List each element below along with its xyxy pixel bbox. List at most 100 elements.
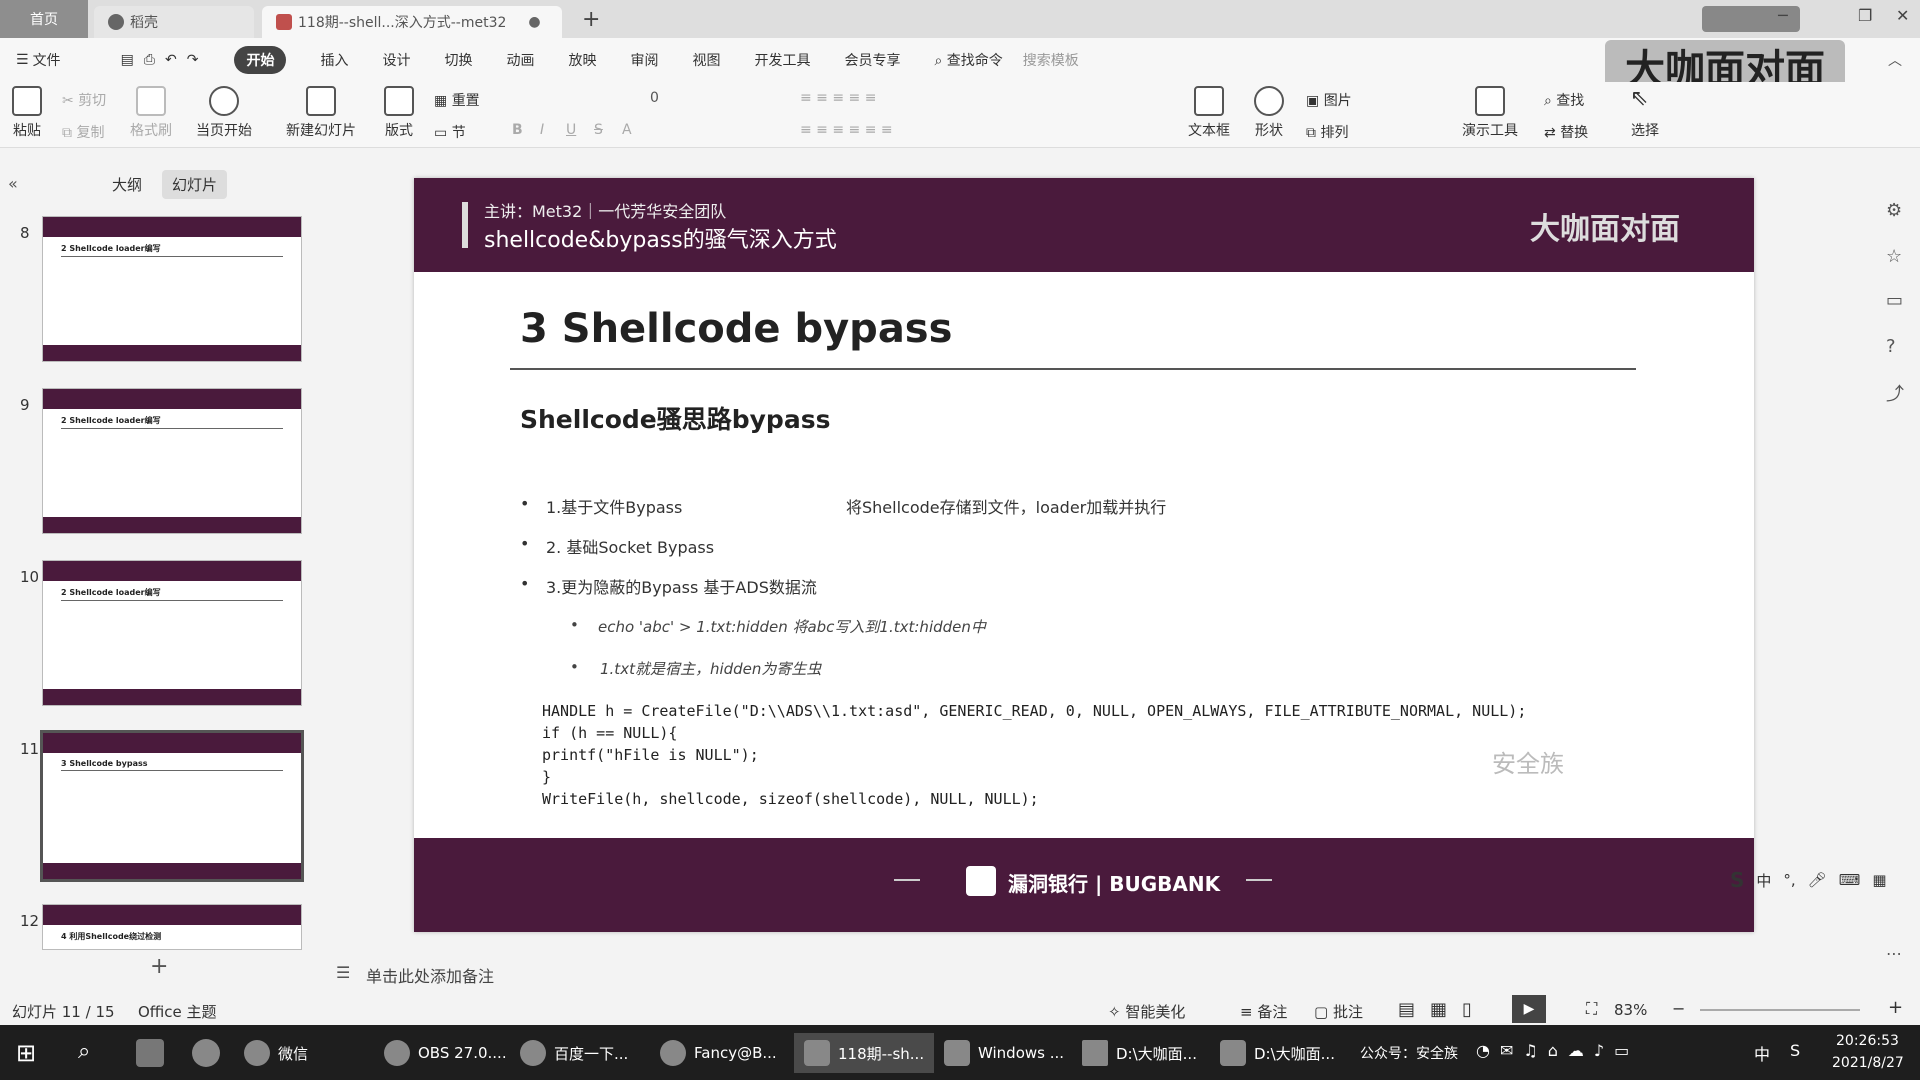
tab-home[interactable]: 首页 <box>0 0 88 38</box>
taskbar-item-wps[interactable]: 118期--sh... <box>794 1033 935 1073</box>
reset-button[interactable]: ▦ 重置 <box>434 90 480 110</box>
taskbar-item-windows[interactable]: Windows ... <box>944 1033 1064 1073</box>
slide-thumbnail[interactable]: 2 Shellcode loader编写 <box>42 216 302 362</box>
search-template[interactable]: 搜索模板 <box>1023 50 1079 70</box>
smart-beautify-button[interactable]: ✧ 智能美化 <box>1108 1001 1185 1022</box>
taskbar-search-icon[interactable]: ⌕ <box>78 1039 90 1064</box>
select-button[interactable]: ⇖ 选择 <box>1630 86 1660 140</box>
format-painter-button[interactable]: 格式刷 <box>130 86 172 140</box>
shape-button[interactable]: 形状 <box>1254 86 1284 140</box>
play-slideshow-button[interactable]: ▶ <box>1512 995 1546 1023</box>
restore-icon[interactable]: ❐ <box>1858 6 1872 25</box>
clock-time[interactable]: 20:26:53 <box>1836 1033 1899 1049</box>
tab-slides[interactable]: 幻灯片 <box>162 170 228 199</box>
slide-canvas[interactable]: 主讲：Met32｜一代芳华安全团队 shellcode&bypass的骚气深入方… <box>414 178 1754 932</box>
animation-pane-icon[interactable]: ▭ <box>1886 290 1903 311</box>
menu-slideshow[interactable]: 放映 <box>568 50 596 70</box>
picture-button[interactable]: ▣ 图片 <box>1306 90 1352 110</box>
taskbar-app-icon[interactable] <box>136 1039 164 1067</box>
menu-transition[interactable]: 切换 <box>444 50 472 70</box>
collapse-pane-icon[interactable]: « <box>8 174 18 193</box>
menu-insert[interactable]: 插入 <box>320 50 348 70</box>
zoom-in-icon[interactable]: + <box>1888 997 1903 1018</box>
menu-view[interactable]: 视图 <box>692 50 720 70</box>
collapse-ribbon-icon[interactable]: ︿ <box>1888 50 1902 70</box>
underline-icon[interactable]: U <box>566 122 576 138</box>
undo-icon[interactable]: ↶ <box>165 52 177 68</box>
zoom-level[interactable]: 83% <box>1614 1001 1647 1019</box>
normal-view-icon[interactable]: ▤ <box>1398 999 1415 1020</box>
font-size-select[interactable]: 0 <box>650 90 659 106</box>
reading-view-icon[interactable]: ▯ <box>1462 999 1472 1020</box>
zoom-slider[interactable] <box>1700 1009 1860 1011</box>
minimize-icon[interactable]: ─ <box>1778 6 1788 25</box>
notes-toggle-button[interactable]: ≡ 备注 <box>1240 1001 1287 1022</box>
tray-sogou-icon[interactable]: S <box>1790 1041 1800 1060</box>
alignment-tools[interactable]: ≡ ≡ ≡ ≡ ≡ ≡ <box>800 122 893 138</box>
layout-button[interactable]: 版式 <box>384 86 414 140</box>
presentation-tools-button[interactable]: 演示工具 <box>1462 86 1518 140</box>
cut-button[interactable]: ✂ 剪切 <box>62 90 106 110</box>
paste-button[interactable]: 粘贴 <box>12 86 42 140</box>
font-color-icon[interactable]: A <box>622 122 632 138</box>
bugbank-logo-icon <box>966 866 996 896</box>
more-icon[interactable]: ⋯ <box>1886 944 1902 963</box>
tab-docer[interactable]: 稻壳 <box>94 6 254 38</box>
play-from-current-button[interactable]: 当页开始 <box>196 86 252 140</box>
menu-file[interactable]: 文件 <box>33 50 61 70</box>
fit-window-icon[interactable]: ⛶ <box>1586 999 1597 1019</box>
sorter-view-icon[interactable]: ▦ <box>1430 999 1447 1020</box>
add-slide-icon[interactable]: + <box>150 954 168 979</box>
taskbar-item-fancy[interactable]: Fancy@B... <box>660 1033 777 1073</box>
find-button[interactable]: ⌕ 查找 <box>1544 90 1584 110</box>
menu-design[interactable]: 设计 <box>382 50 410 70</box>
section-button[interactable]: ▭ 节 <box>434 122 466 142</box>
tab-document[interactable]: 118期--shell...深入方式--met32 ● <box>262 6 562 38</box>
bold-icon[interactable]: B <box>512 122 523 138</box>
comment-button[interactable]: ▢ 批注 <box>1314 1001 1363 1022</box>
search-command[interactable]: ⌕ 查找命令 <box>934 50 1002 70</box>
slide-thumbnail[interactable]: 4 利用Shellcode绕过检测 <box>42 904 302 950</box>
replace-button[interactable]: ⇄ 替换 <box>1544 122 1588 142</box>
star-icon[interactable]: ☆ <box>1886 246 1902 267</box>
paragraph-tools[interactable]: ≡ ≡ ≡ ≡ ≡ <box>800 90 876 106</box>
menu-home[interactable]: 开始 <box>234 46 287 74</box>
taskbar-item-baidu[interactable]: 百度一下... <box>520 1033 628 1073</box>
taskbar-browser-icon[interactable] <box>192 1039 220 1067</box>
notes-area[interactable]: ☰ 单击此处添加备注 <box>330 955 1860 991</box>
menu-animation[interactable]: 动画 <box>506 50 534 70</box>
tray-ime-label[interactable]: 中 <box>1754 1041 1770 1065</box>
windows-start-icon[interactable]: ⊞ <box>16 1039 36 1067</box>
new-tab-icon[interactable]: + <box>582 7 600 32</box>
slide-thumbnail[interactable]: 2 Shellcode loader编写 <box>42 388 302 534</box>
new-slide-button[interactable]: 新建幻灯片 <box>286 86 356 140</box>
properties-icon[interactable]: ⚙ <box>1886 200 1902 221</box>
menu-review[interactable]: 审阅 <box>630 50 658 70</box>
menu-developer[interactable]: 开发工具 <box>754 50 810 70</box>
taskbar-item-folder-1[interactable]: D:\大咖面... <box>1082 1033 1197 1073</box>
ime-toolbar[interactable]: S 中 °, 🎤︎ ⌨ ▦ <box>1730 862 1920 898</box>
slide-thumbnail[interactable]: 2 Shellcode loader编写 <box>42 560 302 706</box>
taskbar-item-folder-2[interactable]: D:\大咖面... <box>1220 1033 1335 1073</box>
taskbar-item-obs[interactable]: OBS 27.0.... <box>384 1033 507 1073</box>
quick-save-icon[interactable]: ▤ <box>121 52 134 68</box>
taskbar-item-wechat[interactable]: 微信 <box>244 1033 308 1073</box>
redo-icon[interactable]: ↷ <box>187 52 199 68</box>
share-icon[interactable]: ⤴ <box>1886 380 1904 406</box>
tab-outline[interactable]: 大纲 <box>112 174 142 195</box>
hamburger-menu-icon[interactable]: ☰ <box>16 52 29 68</box>
quick-print-icon[interactable]: ⎙ <box>144 52 155 68</box>
italic-icon[interactable]: I <box>540 122 544 138</box>
textbox-button[interactable]: 文本框 <box>1188 86 1230 140</box>
close-icon[interactable]: ✕ <box>1896 6 1909 25</box>
slide-thumbnail-selected[interactable]: 3 Shellcode bypass <box>40 730 304 882</box>
strikethrough-icon[interactable]: S <box>594 122 603 138</box>
help-icon[interactable]: ? <box>1886 336 1896 357</box>
menu-member[interactable]: 会员专享 <box>844 50 900 70</box>
system-tray-icons[interactable]: ◔✉♫⌂☁♪▭ <box>1476 1041 1639 1060</box>
arrange-button[interactable]: ⧉ 排列 <box>1306 122 1348 142</box>
sub-bullet-item: • echo 'abc' > 1.txt:hidden 将abc写入到1.txt… <box>570 616 1570 658</box>
copy-button[interactable]: ⧉ 复制 <box>62 122 104 142</box>
clock-date[interactable]: 2021/8/27 <box>1832 1055 1904 1071</box>
zoom-out-icon[interactable]: − <box>1672 999 1685 1018</box>
